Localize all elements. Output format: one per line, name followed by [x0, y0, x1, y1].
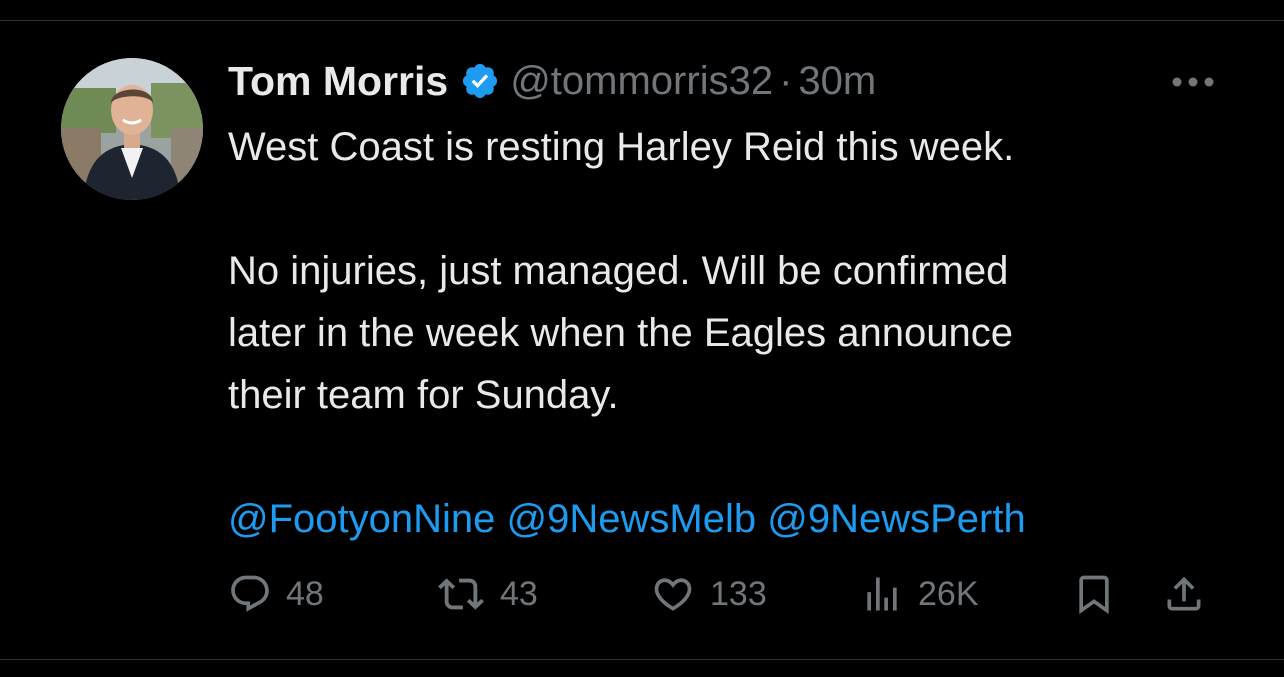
like-button[interactable]: 133 — [650, 566, 767, 622]
share-button[interactable] — [1162, 566, 1206, 622]
tweet-text-paragraph: West Coast is resting Harley Reid this w… — [228, 125, 1015, 169]
bookmark-button[interactable] — [1072, 566, 1116, 622]
share-icon — [1167, 576, 1201, 611]
bookmark-icon — [1079, 575, 1109, 615]
mention-link[interactable]: @9NewsPerth — [767, 497, 1025, 541]
mention-link[interactable]: @9NewsMelb — [507, 497, 757, 541]
separator-dot: · — [779, 58, 793, 103]
reply-count: 48 — [286, 574, 324, 613]
repost-icon — [438, 578, 484, 610]
views-chart-icon — [867, 577, 897, 611]
repost-button[interactable]: 43 — [436, 566, 538, 622]
more-dots-icon[interactable] — [1166, 62, 1220, 102]
tweet-mentions: @FootyonNine @9NewsMelb @9NewsPerth — [228, 488, 1208, 550]
heart-icon — [654, 578, 692, 611]
reply-icon — [231, 575, 269, 612]
avatar-photo — [61, 58, 203, 200]
repost-count: 43 — [500, 574, 538, 613]
views-count: 26K — [918, 574, 979, 613]
tweet-header: Tom Morris @tommorris32 · 30m — [228, 52, 1208, 110]
like-count: 133 — [710, 574, 767, 613]
author-display-name[interactable]: Tom Morris — [228, 58, 448, 105]
tweet-content: Tom Morris @tommorris32 · 30m West Coast… — [228, 52, 1214, 550]
views-button[interactable]: 26K — [860, 566, 979, 622]
verified-badge-icon[interactable] — [460, 61, 500, 101]
reply-button[interactable]: 48 — [228, 566, 324, 622]
top-divider — [0, 20, 1284, 21]
mention-link[interactable]: @FootyonNine — [228, 497, 495, 541]
tweet-timestamp[interactable]: 30m — [798, 59, 876, 104]
tweet-actions: 48 43 133 26K — [228, 566, 1218, 622]
tweet-text-paragraph: No injuries, just managed. Will be confi… — [228, 249, 1013, 417]
bottom-divider — [0, 659, 1284, 660]
avatar[interactable] — [61, 58, 203, 200]
author-handle[interactable]: @tommorris32 — [510, 59, 773, 104]
